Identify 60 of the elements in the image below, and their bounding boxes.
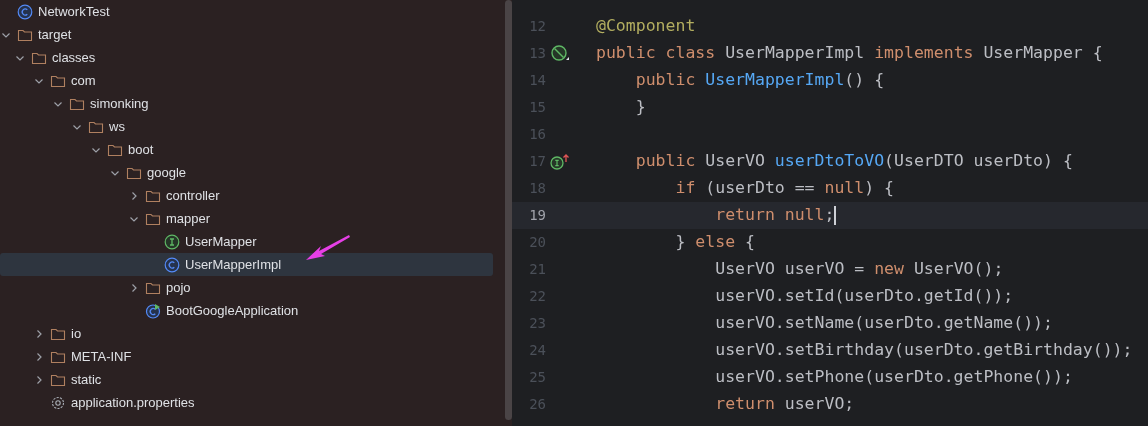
- settings-icon: [50, 394, 66, 411]
- file-name: mapper: [166, 209, 211, 228]
- tree-item[interactable]: application.properties: [0, 391, 493, 414]
- bean-icon[interactable]: [550, 43, 570, 64]
- file-name: pojo: [166, 278, 191, 297]
- file-name: UserMapper: [185, 232, 257, 251]
- code-line: public class UserMapperImpl implements UserMapper {: [596, 42, 1103, 65]
- class-icon: [164, 256, 180, 273]
- file-name: NetworkTest: [38, 2, 110, 21]
- tree-item[interactable]: boot: [0, 138, 493, 161]
- code-line: if (userDto == null) {: [674, 177, 895, 200]
- tree-item[interactable]: NetworkTest: [0, 0, 493, 23]
- pointer-arrow-drawing: [305, 234, 351, 262]
- tree-item[interactable]: simonking: [0, 92, 493, 115]
- file-name: io: [71, 324, 82, 343]
- application-class-icon: [145, 302, 161, 319]
- line-number: 19: [528, 206, 546, 225]
- tree-item[interactable]: google: [0, 161, 493, 184]
- code-line: return null;: [714, 204, 837, 227]
- code-line: userVO.setName(userDto.getName());: [714, 312, 1053, 335]
- file-name: BootGoogleApplication: [166, 301, 299, 320]
- file-name: classes: [52, 48, 96, 67]
- class-icon: [17, 3, 33, 20]
- interface-icon: [164, 233, 180, 250]
- tree-item[interactable]: static: [0, 368, 493, 391]
- file-name: controller: [166, 186, 220, 205]
- code-line: UserVO userVO = new UserVO();: [714, 258, 1004, 281]
- tree-item[interactable]: com: [0, 69, 493, 92]
- file-name: META-INF: [71, 347, 132, 366]
- scrollbar-thumb[interactable]: [505, 0, 512, 420]
- file-name: simonking: [90, 94, 149, 113]
- file-name: target: [38, 25, 72, 44]
- file-name: ws: [109, 117, 125, 136]
- tree-item[interactable]: io: [0, 322, 493, 345]
- code-line: public UserVO userDtoToVO(UserDTO userDto) {: [634, 150, 1073, 173]
- tree-item[interactable]: UserMapper: [0, 230, 493, 253]
- tree-item[interactable]: mapper: [0, 207, 493, 230]
- code-line: @Component: [596, 15, 696, 38]
- code-line: userVO.setPhone(userDto.getPhone());: [714, 366, 1073, 389]
- implements-icon[interactable]: [550, 152, 570, 171]
- code-line: }: [634, 96, 646, 119]
- code-line: public UserMapperImpl() {: [634, 69, 885, 92]
- tree-item[interactable]: META-INF: [0, 345, 493, 368]
- file-name: UserMapperImpl: [185, 255, 282, 274]
- file-name: boot: [128, 140, 154, 159]
- tree-item[interactable]: target: [0, 23, 493, 46]
- tree-item[interactable]: pojo: [0, 276, 493, 299]
- tree-item[interactable]: classes: [0, 46, 493, 69]
- file-name: application.properties: [71, 393, 195, 412]
- code-line: } else {: [674, 231, 755, 254]
- tree-item[interactable]: BootGoogleApplication: [0, 299, 493, 322]
- tree-item[interactable]: ws: [0, 115, 493, 138]
- tree-item[interactable]: controller: [0, 184, 493, 207]
- file-name: google: [147, 163, 187, 182]
- tree-item[interactable]: UserMapperImpl: [0, 253, 493, 276]
- file-name: static: [71, 370, 102, 389]
- code-line: userVO.setBirthday(userDto.getBirthday());: [714, 339, 1133, 362]
- code-line: userVO.setId(userDto.getId());: [714, 285, 1014, 308]
- file-name: com: [71, 71, 96, 90]
- code-line: return userVO;: [714, 393, 855, 416]
